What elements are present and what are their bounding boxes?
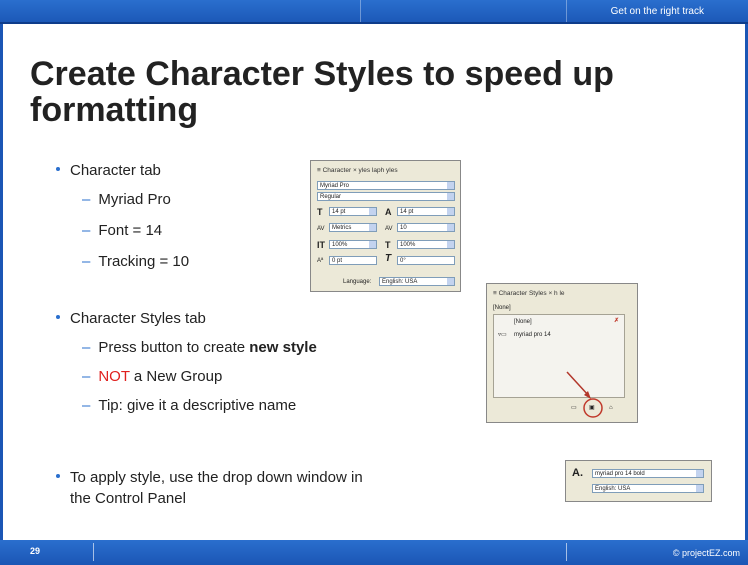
leading-field: 14 pt — [397, 207, 455, 216]
bullet-dot-icon — [56, 474, 60, 479]
tracking-field: 10 — [397, 223, 455, 232]
bullet-text: the Control Panel — [70, 490, 186, 507]
font-size-field: 14 pt — [329, 207, 377, 216]
character-panel-tabs: ≡ Character × yles laph yles — [317, 167, 398, 174]
new-group-icon: ▭ — [571, 405, 577, 411]
bullet-text: Character tab — [70, 162, 161, 179]
page-number: 29 — [30, 546, 41, 556]
sub-bullet: – Font = 14 — [82, 222, 163, 239]
bullet-item: Character Styles tab — [56, 310, 206, 327]
control-panel-image: A. myriad pro 14 bold English: USA — [565, 460, 712, 502]
trash-icon: ⌂ — [609, 405, 613, 411]
bullet-text: To apply style, use the drop down window… — [70, 469, 363, 486]
font-style-field: Regular — [317, 192, 455, 201]
pointer-arrow-icon — [566, 371, 603, 418]
tracking-icon: AV — [385, 226, 393, 232]
bullet-dot-icon — [56, 167, 60, 172]
new-style-icon: ▣ — [589, 405, 595, 411]
sub-bullet: – Press button to create new style — [82, 339, 317, 356]
character-styles-panel-image: ≡ Character Styles × h le [None] [None] … — [486, 283, 638, 423]
bullet-item: Character tab — [56, 162, 161, 179]
leading-icon: A — [385, 207, 392, 217]
vertical-scale-icon: IT — [317, 240, 325, 250]
sub-bullet-text: Myriad Pro — [98, 191, 171, 208]
style-dropdown: myriad pro 14 bold — [592, 469, 704, 478]
kerning-icon: AV — [317, 226, 325, 232]
character-panel-image: ≡ Character × yles laph yles Myriad Pro … — [310, 160, 461, 292]
sub-bullet: – Tip: give it a descriptive name — [82, 397, 297, 414]
sub-bullet-text: Tip: give it a descriptive name — [98, 397, 297, 414]
language-dropdown: English: USA — [592, 484, 704, 493]
horizontal-scale-icon: T — [385, 240, 391, 250]
bullet-item: To apply style, use the drop down window… — [56, 469, 363, 486]
baseline-field: 0 pt — [329, 256, 377, 265]
sub-bullet-text: Tracking = 10 — [98, 253, 190, 270]
bullet-text: Character Styles tab — [70, 310, 206, 327]
font-family-field: Myriad Pro — [317, 181, 455, 190]
footer-divider — [566, 543, 567, 561]
font-size-icon: T — [317, 207, 323, 217]
skew-field: 0° — [397, 256, 455, 265]
sub-bullet: – Myriad Pro — [82, 191, 171, 208]
copyright-text: © projectEZ.com — [672, 548, 740, 558]
bullet-continuation: the Control Panel — [70, 490, 186, 507]
sub-bullet-text: Press button to create — [98, 339, 250, 356]
sub-bullet-text: a New Group — [129, 368, 223, 385]
footer-bar: 29 © projectEZ.com — [0, 540, 748, 565]
language-label: Language: — [343, 279, 372, 285]
baseline-icon: Aª — [317, 258, 324, 264]
kerning-field: Metrics — [329, 223, 377, 232]
horizontal-scale-field: 100% — [397, 240, 455, 249]
skew-icon: T — [385, 253, 392, 264]
sub-bullet: – NOT a New Group — [82, 368, 223, 385]
bullet-dot-icon — [56, 315, 60, 320]
language-field: English: USA — [379, 277, 455, 286]
vertical-scale-field: 100% — [329, 240, 377, 249]
footer-divider — [93, 543, 94, 561]
sub-bullet-text: Font = 14 — [98, 222, 163, 239]
sub-bullet: – Tracking = 10 — [82, 253, 190, 270]
warning-text: NOT — [98, 368, 130, 385]
character-style-icon: A. — [572, 467, 583, 479]
emphasis-text: new style — [249, 339, 317, 356]
